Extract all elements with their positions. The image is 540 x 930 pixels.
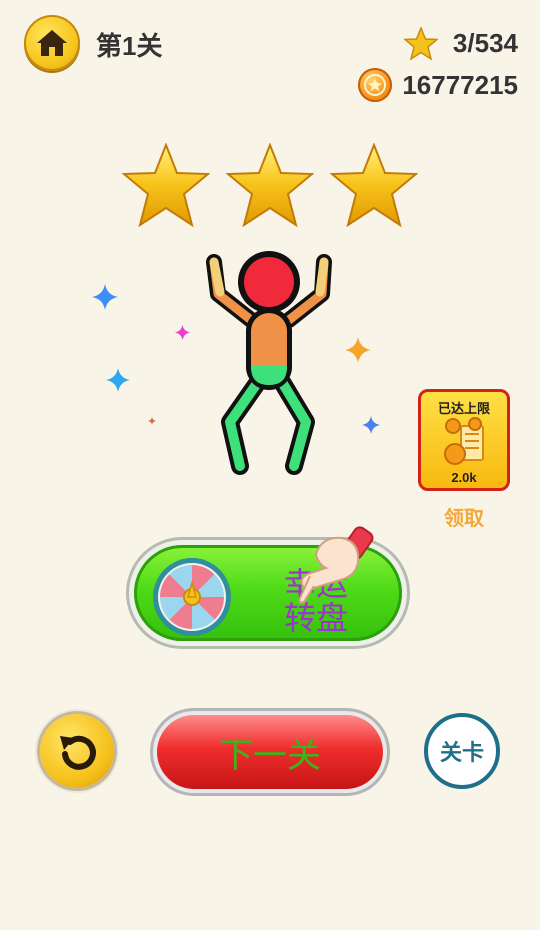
sparkle-decoration <box>106 368 130 392</box>
coin-icon <box>358 68 392 102</box>
sparkle-decoration <box>345 337 371 363</box>
rating-star-3 <box>330 143 418 227</box>
home-icon <box>37 30 67 56</box>
stars-counter: 3/534 <box>452 28 518 58</box>
coin-stack-icon <box>444 417 484 465</box>
next-level-label: 下一关 <box>219 736 321 775</box>
claim-reward-link[interactable]: 领取 <box>418 502 510 531</box>
reward-limit-label: 已达上限 <box>437 401 490 416</box>
level-title: 第1关 <box>96 31 163 61</box>
coin-reward-box[interactable]: 已达上限 2.0k <box>418 389 510 491</box>
sparkle-decoration <box>92 284 118 310</box>
pointing-hand-icon <box>298 526 374 604</box>
sparkle-decoration <box>175 325 190 340</box>
next-level-button[interactable]: 下一关 <box>150 708 390 796</box>
home-button[interactable] <box>24 15 80 71</box>
sparkle-decoration <box>148 417 156 425</box>
star-icon <box>404 27 438 61</box>
sparkle-decoration <box>362 416 380 434</box>
wheel-icon <box>153 558 231 636</box>
retry-button[interactable] <box>40 714 114 788</box>
rating-star-2 <box>226 143 314 227</box>
next-level-button-face[interactable]: 下一关 <box>157 715 383 789</box>
levels-button[interactable]: 关卡 <box>424 713 500 789</box>
coins-counter: 16777215 <box>402 70 518 100</box>
reward-amount: 2.0k <box>451 470 477 485</box>
lucky-wheel-label-line2: 转盘 <box>284 600 349 636</box>
stick-figure-character <box>206 251 332 475</box>
rating-star-1 <box>122 143 210 227</box>
levels-label: 关卡 <box>439 740 484 765</box>
retry-icon <box>60 735 96 770</box>
